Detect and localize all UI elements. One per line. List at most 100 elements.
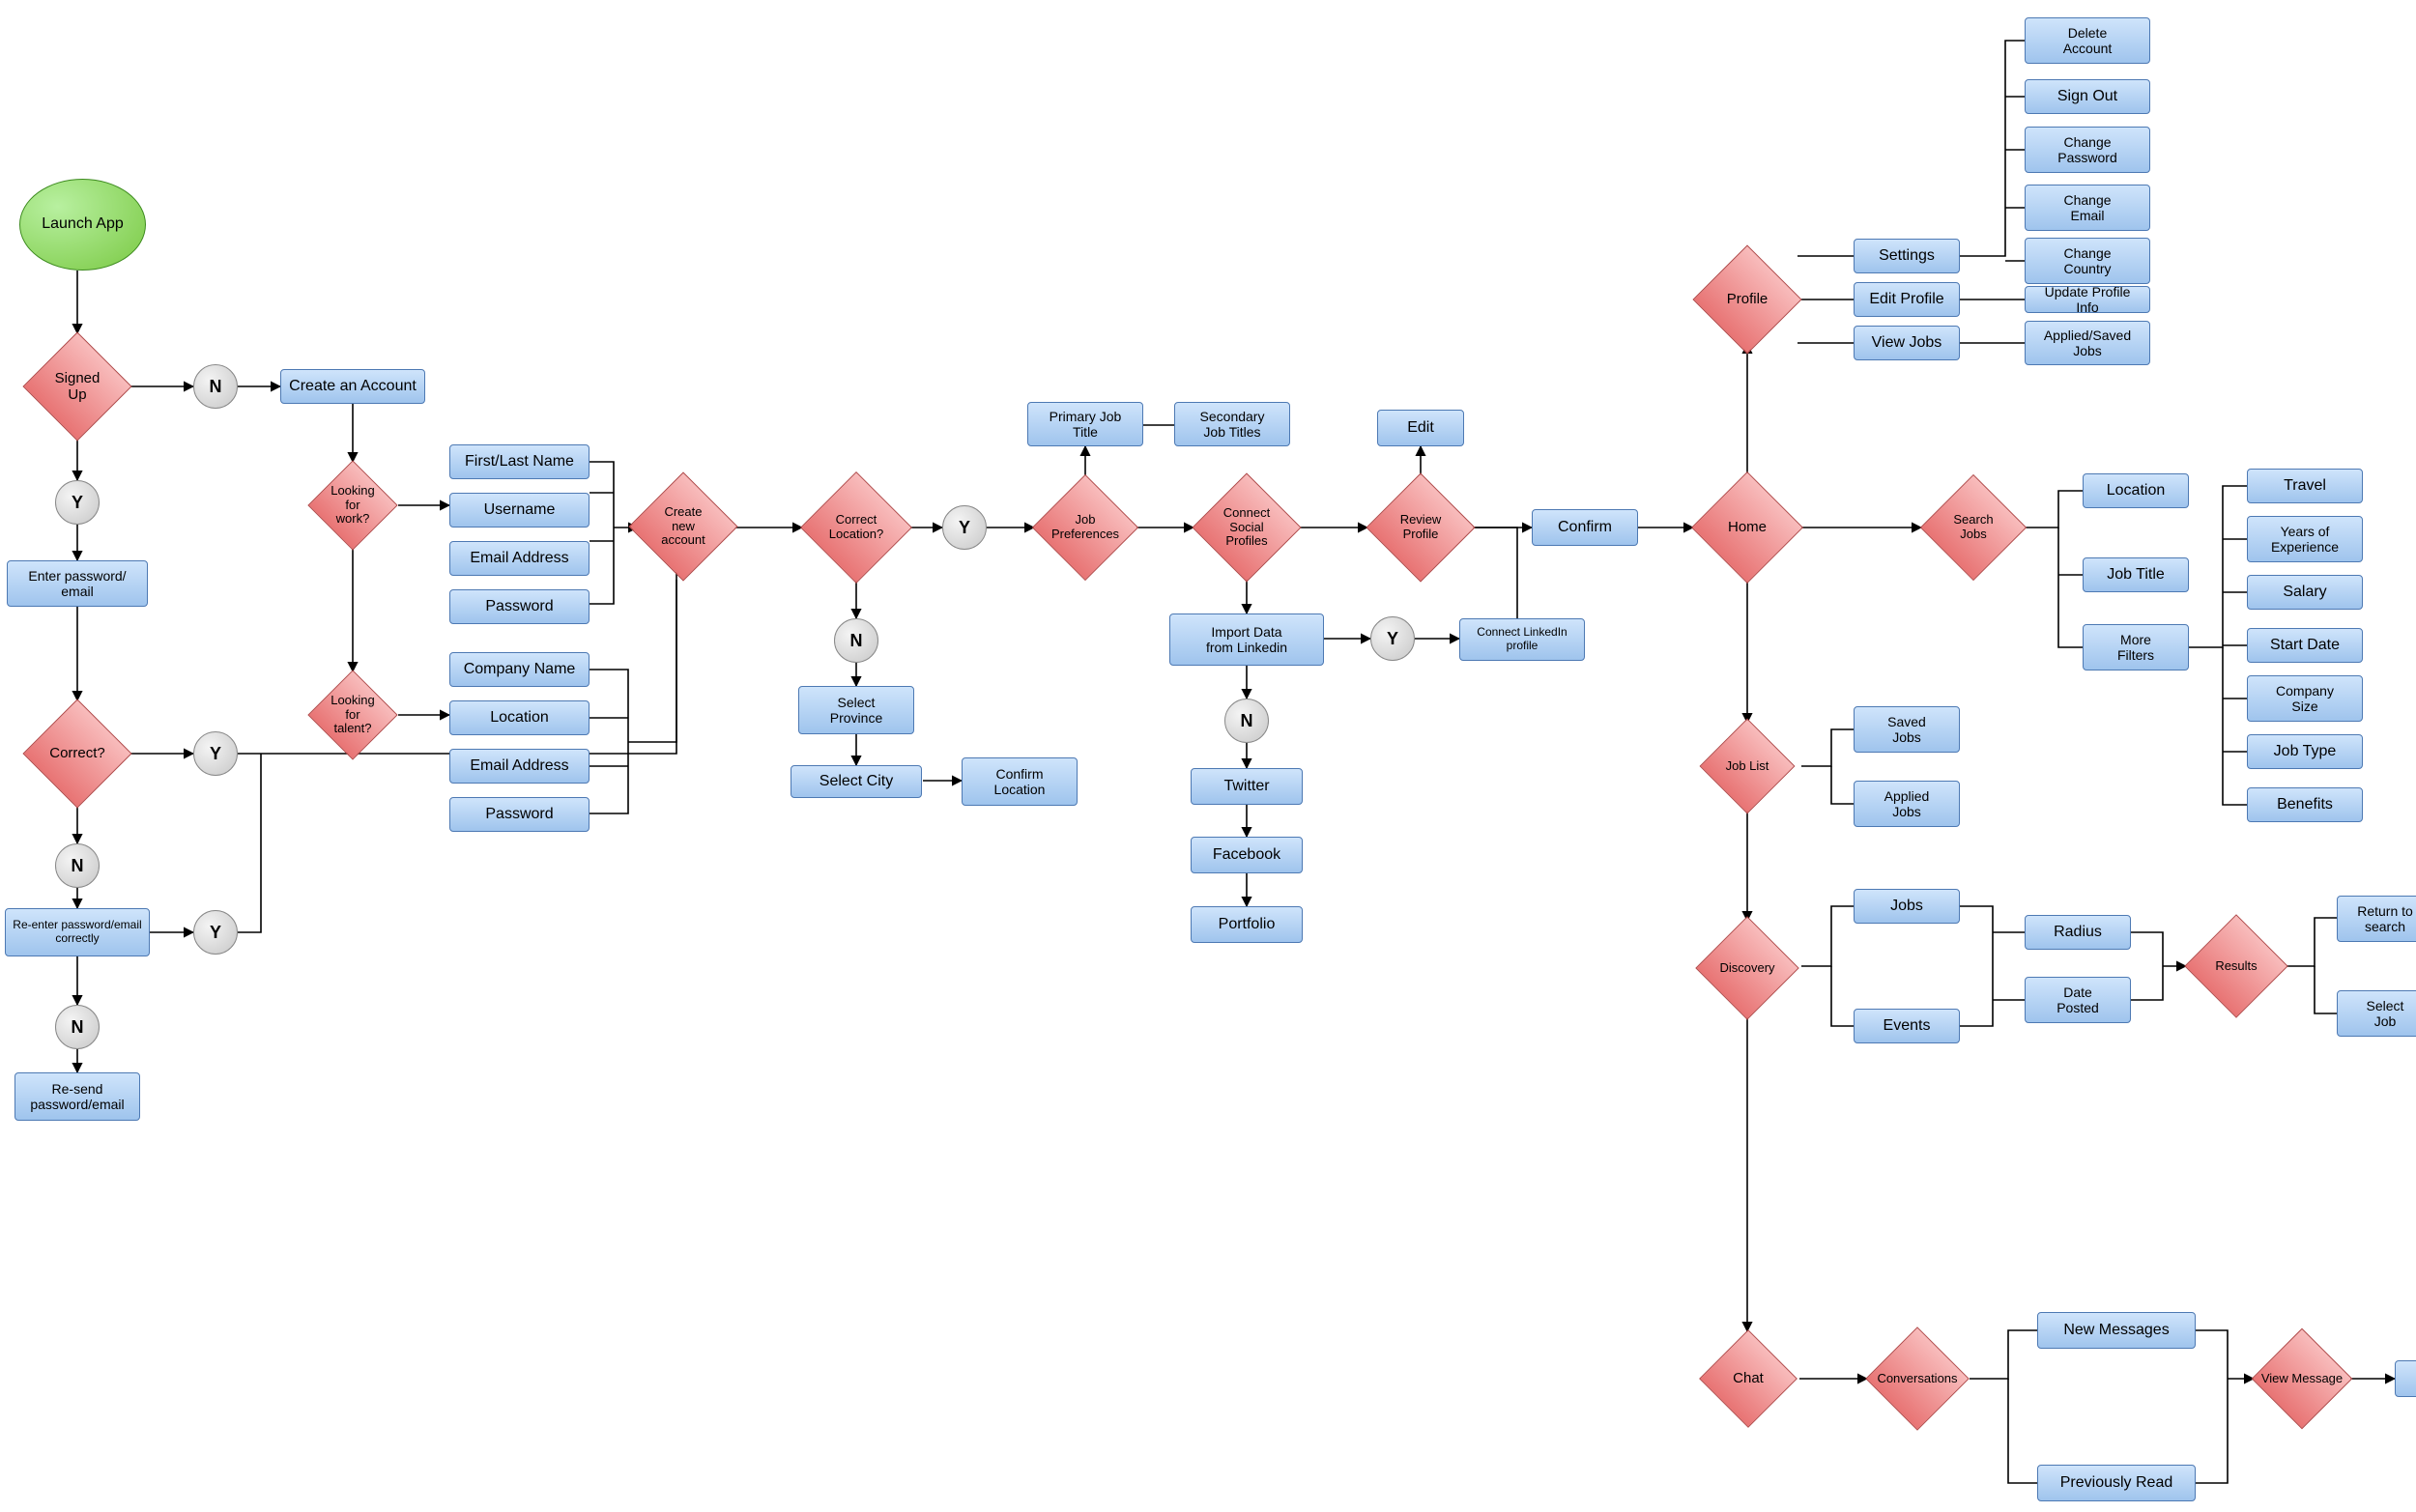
connector-y: Y [193,910,238,955]
label: DeleteAccount [2063,25,2113,56]
label: Twitter [1223,778,1269,795]
label: Lookingfortalent? [327,694,379,737]
decision-looking-for-work: Lookingforwork? [309,462,396,549]
label: Chat [1729,1370,1768,1386]
label: Edit [1407,419,1434,437]
label: DatePosted [2056,984,2099,1015]
connector-n: N [834,618,878,663]
label: JobPreferences [1048,513,1123,542]
label: SelectProvince [830,695,882,726]
box-saved-jobs: SavedJobs [1854,706,1960,753]
box-view-jobs: View Jobs [1854,326,1960,360]
box-import-linkedin: Import Datafrom Linkedin [1169,613,1324,666]
label: SecondaryJob Titles [1200,409,1265,440]
label: ConnectSocialProfiles [1220,506,1274,550]
connector-n: N [193,364,238,409]
box-filter-company-size: CompanySize [2247,675,2363,722]
label: Profile [1723,291,1772,307]
label: Sign Out [2057,88,2117,105]
label: Update ProfileInfo [2045,284,2131,315]
label: Re-sendpassword/email [30,1081,124,1112]
box-first-last-name: First/Last Name [449,444,590,479]
label: N [1241,711,1253,731]
label: Results [2211,959,2260,974]
box-twitter: Twitter [1191,768,1303,805]
label: Facebook [1213,846,1280,864]
label: Location [490,709,549,727]
box-reply-chat: Reply/Chat [2395,1360,2416,1397]
label: N [210,377,222,397]
box-search-job-title: Job Title [2083,557,2189,592]
label: Conversations [1873,1372,1961,1386]
label: Job Title [2107,566,2165,584]
label: View Message [2258,1372,2346,1386]
label: Confirm [1558,519,1612,536]
box-portfolio: Portfolio [1191,906,1303,943]
box-filter-years-exp: Years ofExperience [2247,516,2363,562]
connector-n: N [55,843,100,888]
box-edit: Edit [1377,410,1464,446]
decision-chat: Chat [1701,1331,1796,1426]
label: Createnewaccount [657,505,709,549]
box-resend-password: Re-sendpassword/email [14,1072,140,1121]
box-create-account: Create an Account [280,369,425,404]
box-password: Password [449,589,590,624]
label: Discovery [1715,961,1778,976]
decision-correct-location: CorrectLocation? [802,473,910,582]
box-company-name: Company Name [449,652,590,687]
box-edit-profile: Edit Profile [1854,282,1960,317]
box-reenter-password: Re-enter password/emailcorrectly [5,908,150,956]
box-discovery-jobs: Jobs [1854,889,1960,924]
label: Email Address [470,550,568,567]
box-connect-linkedin-profile: Connect LinkedInprofile [1459,618,1585,661]
decision-review-profile: ReviewProfile [1367,474,1474,581]
decision-looking-for-talent: Lookingfortalent? [309,671,396,758]
label: ChangeEmail [2063,192,2111,223]
decision-correct: Correct? [24,700,130,807]
box-enter-password-email: Enter password/email [7,560,148,607]
label: Y [210,923,221,943]
label: SignedUp [51,370,104,404]
decision-discovery: Discovery [1697,918,1798,1018]
label: CompanySize [2276,683,2334,714]
label: Events [1884,1017,1931,1035]
label: Enter password/email [28,568,126,599]
box-discovery-date-posted: DatePosted [2025,977,2131,1023]
label: First/Last Name [465,453,574,471]
label: ChangePassword [2057,134,2116,165]
box-search-location: Location [2083,473,2189,508]
label: Y [210,744,221,764]
connector-y: Y [55,480,100,525]
label: Settings [1879,247,1935,265]
label: ChangeCountry [2063,245,2111,276]
label: Password [485,598,553,615]
label: Location [2107,482,2166,499]
box-new-messages: New Messages [2037,1312,2196,1349]
box-filter-travel: Travel [2247,469,2363,503]
label: Create an Account [289,378,417,395]
decision-job-preferences: JobPreferences [1034,476,1136,579]
box-previously-read: Previously Read [2037,1465,2196,1501]
box-primary-job-title: Primary JobTitle [1027,402,1143,446]
label: Radius [2054,924,2102,941]
label: Re-enter password/emailcorrectly [13,919,141,946]
label: Job List [1722,759,1773,774]
label: AppliedJobs [1884,788,1930,819]
label: Salary [2283,584,2326,601]
label: Applied/SavedJobs [2044,328,2131,358]
box-filter-salary: Salary [2247,575,2363,610]
decision-home: Home [1693,473,1801,582]
box-delete-account: DeleteAccount [2025,17,2150,64]
box-filter-benefits: Benefits [2247,787,2363,822]
box-change-email: ChangeEmail [2025,185,2150,231]
label: Import Datafrom Linkedin [1206,624,1287,655]
label: Correct? [45,745,109,761]
label: SearchJobs [1949,513,1997,542]
label: Username [484,501,556,519]
label: Benefits [2277,796,2333,813]
box-facebook: Facebook [1191,837,1303,873]
label: Y [72,493,83,513]
box-select-city: Select City [791,765,922,798]
box-username: Username [449,493,590,528]
box-select-job: SelectJob [2337,990,2416,1037]
